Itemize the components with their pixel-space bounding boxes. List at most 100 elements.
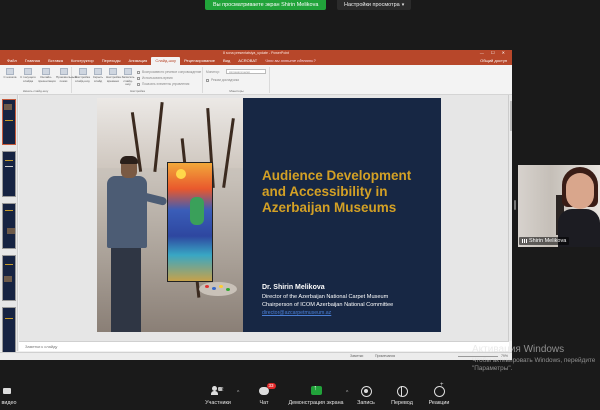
record-button[interactable]: Запись xyxy=(352,386,380,406)
participants-button[interactable]: 52 Участники xyxy=(200,386,236,406)
rehearse-timings-button[interactable]: Настройка времени xyxy=(106,68,121,83)
status-bar: Заметки Примечания 79% xyxy=(0,352,512,360)
record-icon xyxy=(361,386,372,397)
play-narrations-label: Воспроизвести речевое сопровождение xyxy=(142,70,202,74)
share-caret-icon[interactable]: ^ xyxy=(346,390,348,396)
from-beginning-label: С начала xyxy=(3,75,17,79)
from-beginning-button[interactable]: С начала xyxy=(2,68,18,80)
chat-button[interactable]: 33 Чат xyxy=(252,383,276,406)
video-label: видео xyxy=(1,400,17,406)
participants-icon: 52 xyxy=(211,386,225,397)
use-timings-label: Использовать время xyxy=(142,76,173,80)
chat-icon: 33 xyxy=(258,383,276,397)
custom-show-icon xyxy=(59,68,68,75)
from-current-button[interactable]: С текущего слайда xyxy=(20,68,36,83)
tab-acrobat[interactable]: ACROBAT xyxy=(234,57,261,65)
participants-label: Участники xyxy=(205,400,231,406)
view-options-label: Настройки просмотра xyxy=(344,2,400,8)
group-start-caption: Начать слайд-шоу xyxy=(22,89,49,93)
paint-palette xyxy=(199,282,237,296)
ribbon-tabs: Файл Главная Вставка Конструктор Переход… xyxy=(0,56,512,65)
tab-insert[interactable]: Вставка xyxy=(44,57,67,65)
ribbon: С начала С текущего слайда Онлайн-презен… xyxy=(0,65,512,95)
tab-home[interactable]: Главная xyxy=(21,57,44,65)
reactions-button[interactable]: Реакции xyxy=(424,382,454,406)
current-slide[interactable]: Audience Development and Accessibility i… xyxy=(97,98,441,332)
thumb-photo xyxy=(7,228,15,234)
online-presentation-label: Онлайн-презентация xyxy=(38,75,56,83)
record-label: Запись xyxy=(357,400,375,406)
thumb-title-line xyxy=(5,210,13,211)
chevron-down-icon: ▾ xyxy=(401,2,405,8)
tab-design[interactable]: Конструктор xyxy=(67,57,98,65)
vertical-scrollbar[interactable] xyxy=(508,95,512,341)
tab-slideshow[interactable]: Слайд-шоу xyxy=(151,57,181,65)
slideshow-start-icon xyxy=(6,68,14,75)
windows-activation-watermark: Активация Windows Чтобы активировать Win… xyxy=(472,344,600,372)
custom-show-button[interactable]: Произвольный показ xyxy=(56,68,77,83)
painter-pants xyxy=(111,246,141,332)
notes-pane[interactable]: Заметки к слайду xyxy=(19,341,509,351)
participant-name-tag: Shirin Melikova xyxy=(519,237,570,245)
hide-slide-icon xyxy=(94,68,102,75)
painter-hair xyxy=(120,156,138,164)
media-controls-checkbox[interactable]: Показать элементы управления xyxy=(137,82,189,86)
view-options-button[interactable]: Настройки просмотра ▾ xyxy=(337,0,412,10)
participant-face xyxy=(566,173,594,209)
slide-thumbnail-2[interactable] xyxy=(2,151,16,197)
slide-email-link[interactable]: director@azcarpetmuseum.az xyxy=(262,310,331,316)
checkbox-icon xyxy=(137,70,140,74)
window-controls[interactable]: — ☐ ✕ xyxy=(480,50,508,56)
painter-figure xyxy=(103,156,168,332)
share-button[interactable]: Общий доступ xyxy=(480,57,512,65)
tab-transitions[interactable]: Переходы xyxy=(98,57,125,65)
slide-thumbnail-5[interactable] xyxy=(2,307,16,353)
record-slideshow-button[interactable]: Записать слайд-шоу xyxy=(121,68,135,87)
from-current-label: С текущего слайда xyxy=(20,75,36,83)
ribbon-group-monitors: Монитор: Автоматически Режим докладчика … xyxy=(204,67,270,93)
slide-photo-painter xyxy=(97,98,243,332)
slide-thumbnail-1[interactable] xyxy=(2,99,16,145)
participant-video-tile[interactable]: Shirin Melikova xyxy=(518,165,600,247)
ribbon-group-start: С начала С текущего слайда Онлайн-презен… xyxy=(0,67,77,93)
thumb-title-line xyxy=(5,264,13,265)
share-screen-button[interactable]: Демонстрация экрана xyxy=(284,385,348,406)
stopwatch-icon xyxy=(109,68,117,75)
presenter-view-checkbox[interactable]: Режим докладчика xyxy=(206,78,239,82)
status-comments-button[interactable]: Примечания xyxy=(375,353,395,360)
thumb-title-line xyxy=(5,318,13,319)
slide-title: Audience Development and Accessibility i… xyxy=(262,168,412,215)
slideshow-current-icon xyxy=(24,68,32,75)
setup-slideshow-button[interactable]: Настройка слайд-шоу xyxy=(75,68,90,83)
tab-view[interactable]: Вид xyxy=(219,57,234,65)
painter-shirt xyxy=(107,176,147,248)
tab-file[interactable]: Файл xyxy=(3,57,21,65)
participants-count: 52 xyxy=(218,387,224,393)
monitor-select[interactable]: Автоматически xyxy=(226,69,266,74)
online-presentation-button[interactable]: Онлайн-презентация xyxy=(38,68,56,83)
slide-thumbnails-pane xyxy=(0,95,18,353)
tell-me-search[interactable]: Что вы хотите сделать? xyxy=(261,57,319,65)
panel-resize-handle[interactable] xyxy=(514,200,516,210)
scrollbar-thumb[interactable] xyxy=(509,101,512,131)
tab-animations[interactable]: Анимация xyxy=(125,57,152,65)
checkbox-icon xyxy=(206,78,209,82)
setup-label: Настройка слайд-шоу xyxy=(75,75,90,83)
hide-slide-button[interactable]: Скрыть слайд xyxy=(91,68,105,83)
tab-review[interactable]: Рецензирование xyxy=(180,57,219,65)
signal-bars-icon xyxy=(522,238,527,243)
translate-button[interactable]: Перевод xyxy=(386,386,418,406)
paint-dab xyxy=(219,285,223,288)
monitor-label: Монитор: xyxy=(206,70,220,74)
status-notes-button[interactable]: Заметки xyxy=(350,353,363,360)
activation-title: Активация Windows xyxy=(472,344,565,355)
participants-caret-icon[interactable]: ^ xyxy=(237,390,239,396)
play-narrations-checkbox[interactable]: Воспроизвести речевое сопровождение xyxy=(137,70,201,74)
meeting-toolbar: видео 52 Участники ^ 33 Чат Демонстрация… xyxy=(0,382,600,410)
use-timings-checkbox[interactable]: Использовать время xyxy=(137,76,173,80)
video-button[interactable]: видео xyxy=(0,386,24,406)
slide-thumbnail-4[interactable] xyxy=(2,255,16,301)
slide-thumbnail-3[interactable] xyxy=(2,203,16,249)
slide-text-area: Audience Development and Accessibility i… xyxy=(259,98,437,332)
slide-role-director: Director of the Azerbaijan National Carp… xyxy=(262,294,389,300)
